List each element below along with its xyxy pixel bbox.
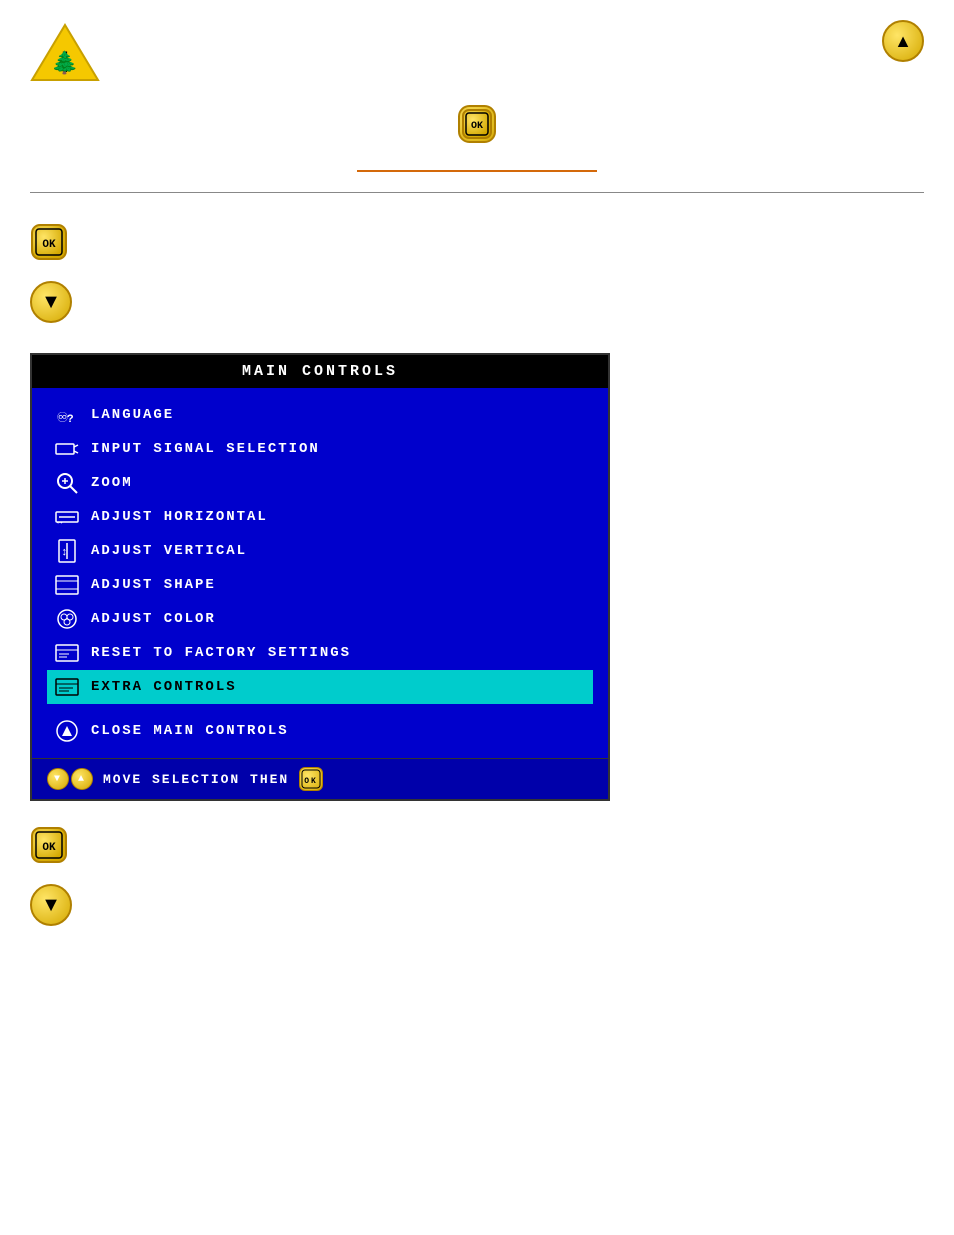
ok-icon-footer: OK: [299, 767, 323, 791]
osd-item-adjust-vertical[interactable]: ↕ ADJUST VERTICAL: [47, 534, 593, 568]
osd-item-adjust-horizontal[interactable]: ↔ ADJUST HORIZONTAL: [47, 500, 593, 534]
osd-item-input-signal[interactable]: INPUT SIGNAL SELECTION: [47, 432, 593, 466]
top-row3: [30, 170, 924, 172]
vertical-icon: ↕: [55, 539, 79, 563]
footer-label: MOVE SELECTION THEN: [103, 772, 289, 787]
svg-text:OK: OK: [471, 121, 483, 132]
ok-button-bottom[interactable]: OK: [30, 826, 68, 869]
nav-down-icon: ▼: [47, 768, 69, 790]
svg-text:🌲: 🌲: [51, 50, 78, 75]
svg-text:↕: ↕: [61, 547, 70, 559]
language-icon: ♾ ?: [55, 403, 79, 427]
horizontal-icon: ↔: [55, 505, 79, 529]
down-arrow-button-bottom[interactable]: ▼: [30, 884, 72, 926]
input-signal-icon: [55, 437, 79, 461]
osd-item-close[interactable]: CLOSE MAIN CONTROLS: [47, 714, 593, 748]
middle-section: OK ▼: [0, 203, 954, 343]
color-icon: [55, 607, 79, 631]
step-ok-bottom-row: OK: [30, 826, 924, 869]
warning-icon: ! 🌲: [30, 20, 100, 90]
close-icon: [55, 719, 79, 743]
osd-footer-row: ▼ ▲ MOVE SELECTION THEN OK: [47, 767, 593, 791]
ok-button-step1[interactable]: OK: [30, 223, 68, 266]
top-row1: ! 🌲: [30, 20, 924, 90]
ok-button-top[interactable]: OK: [458, 105, 496, 145]
nav-icons: ▼ ▲: [47, 768, 93, 790]
top-section: ! 🌲 O: [0, 0, 954, 203]
down-arrow-button-step1[interactable]: ▼: [30, 281, 72, 323]
extra-icon: [55, 675, 79, 699]
osd-menu: MAIN CONTROLS ♾ ? LANGUAGE INPUT SI: [30, 353, 610, 801]
bottom-section: OK ▼: [0, 811, 954, 941]
osd-item-zoom[interactable]: ZOOM: [47, 466, 593, 500]
osd-body: ♾ ? LANGUAGE INPUT SIGNAL SELECTION: [32, 388, 608, 758]
svg-text:?: ?: [67, 414, 76, 426]
svg-text:↔: ↔: [57, 517, 64, 527]
step-down-row: ▼: [30, 281, 924, 323]
svg-text:OK: OK: [42, 239, 56, 251]
osd-footer: ▼ ▲ MOVE SELECTION THEN OK: [32, 758, 608, 799]
osd-item-extra-controls[interactable]: EXTRA CONTROLS: [47, 670, 593, 704]
osd-item-adjust-color[interactable]: ADJUST COLOR: [47, 602, 593, 636]
nav-up-icon: ▲: [71, 768, 93, 790]
orange-underline: [357, 170, 597, 172]
svg-text:OK: OK: [42, 842, 56, 854]
step-down-bottom-row: ▼: [30, 884, 924, 926]
top-row2: OK: [30, 105, 924, 145]
reset-icon: [55, 641, 79, 665]
up-arrow-button-top[interactable]: [882, 20, 924, 62]
osd-item-adjust-shape[interactable]: ADJUST SHAPE: [47, 568, 593, 602]
divider-line: [30, 192, 924, 193]
step-ok-row: OK: [30, 223, 924, 266]
osd-separator: [47, 704, 593, 714]
svg-text:OK: OK: [304, 777, 318, 786]
osd-header: MAIN CONTROLS: [32, 355, 608, 388]
osd-item-reset-factory[interactable]: RESET TO FACTORY SETTINGS: [47, 636, 593, 670]
shape-icon: [55, 573, 79, 597]
zoom-icon: [55, 471, 79, 495]
osd-item-language[interactable]: ♾ ? LANGUAGE: [47, 398, 593, 432]
